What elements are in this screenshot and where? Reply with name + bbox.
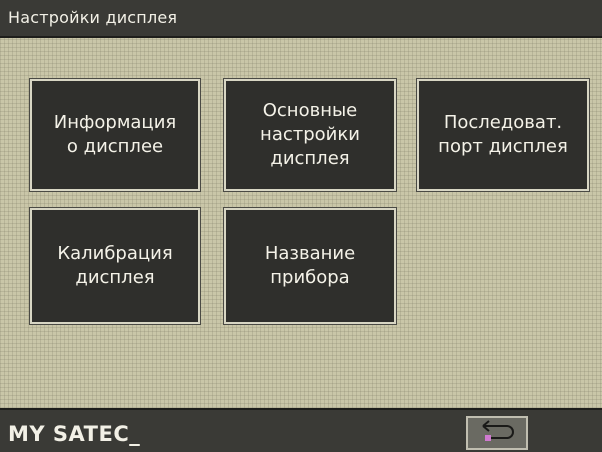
return-arrow-icon (475, 419, 519, 447)
title-bar: Настройки дисплея (0, 0, 602, 38)
device-name-label: MY SATEC_ (8, 422, 141, 446)
back-button[interactable] (466, 416, 528, 450)
display-serial-port-button[interactable]: Последоват. порт дисплея (416, 78, 590, 192)
device-name-button[interactable]: Название прибора (223, 207, 397, 325)
basic-display-settings-button[interactable]: Основные настройки дисплея (223, 78, 397, 192)
display-screen: Настройки дисплея Информация о дисплее О… (0, 0, 602, 452)
display-calibration-button[interactable]: Калибрация дисплея (29, 207, 201, 325)
display-info-button[interactable]: Информация о дисплее (29, 78, 201, 192)
page-title: Настройки дисплея (8, 8, 178, 27)
status-bar: MY SATEC_ (0, 408, 602, 452)
